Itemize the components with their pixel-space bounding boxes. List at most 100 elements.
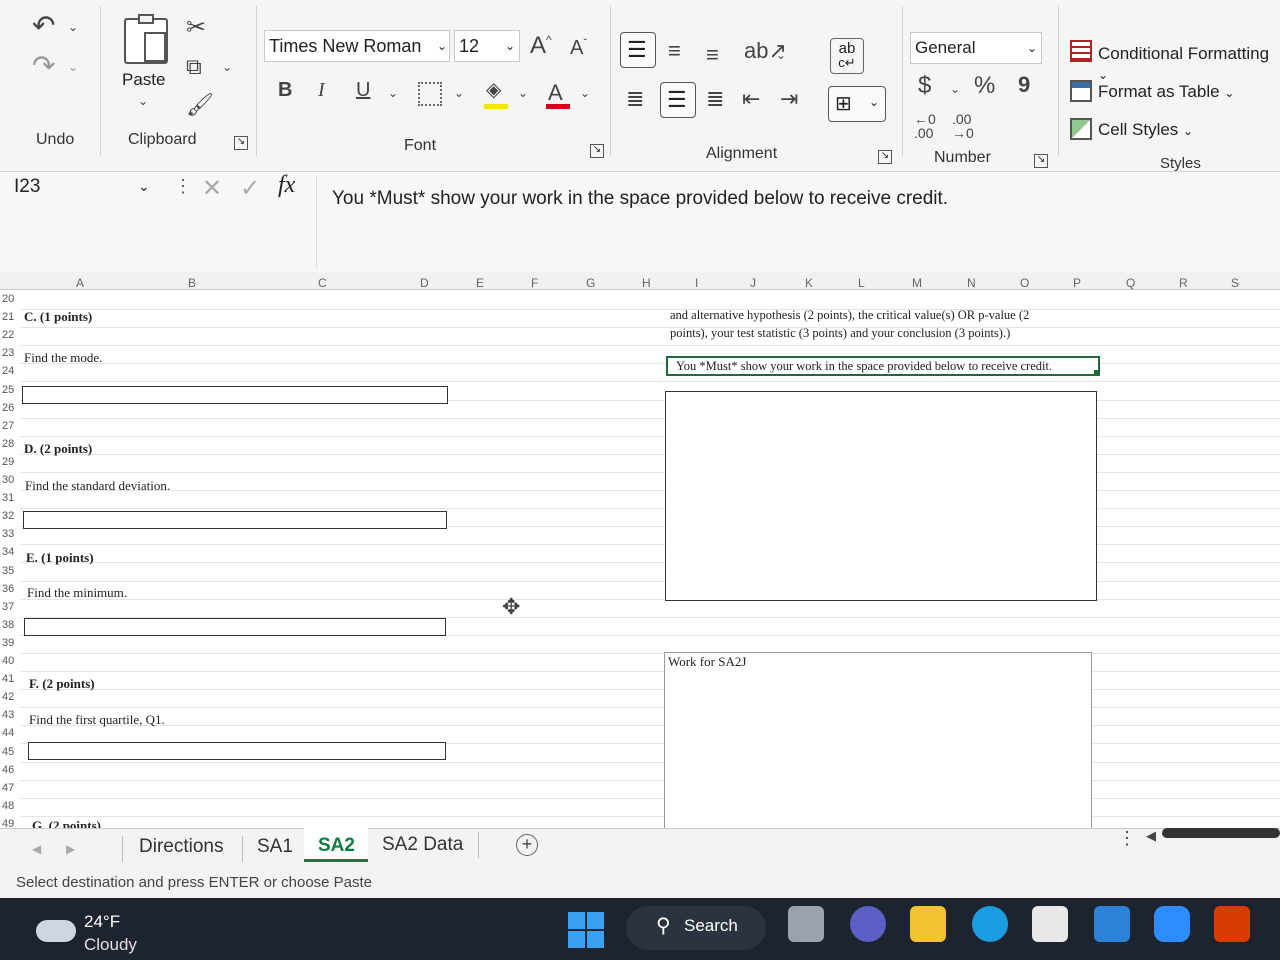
column-header[interactable]: N xyxy=(967,276,976,290)
cell-styles-button[interactable]: Cell Styles ⌄ xyxy=(1098,120,1193,140)
currency-dropdown-icon[interactable]: ⌄ xyxy=(950,82,960,96)
answer-e-cell[interactable] xyxy=(24,618,446,636)
underline-button[interactable]: U xyxy=(356,80,370,100)
column-header[interactable]: J xyxy=(750,276,756,290)
tab-sa1[interactable]: SA1 xyxy=(257,836,293,858)
row-header[interactable]: 21 xyxy=(2,311,20,323)
row-header[interactable]: 38 xyxy=(2,619,20,631)
row-header[interactable]: 43 xyxy=(2,709,20,721)
office-icon[interactable] xyxy=(1214,906,1250,942)
bold-button[interactable]: B xyxy=(278,80,292,100)
format-painter-icon[interactable]: 🖌 xyxy=(186,94,214,116)
column-header[interactable]: R xyxy=(1179,276,1188,290)
format-as-table-button[interactable]: Format as Table ⌄ xyxy=(1098,82,1234,102)
row-header[interactable]: 47 xyxy=(2,782,20,794)
clipboard-launcher-icon[interactable]: ↘ xyxy=(234,136,248,150)
weather-temperature[interactable]: 24°F xyxy=(84,912,120,932)
undo-icon[interactable]: ↶ xyxy=(32,12,55,40)
bottom-align-icon[interactable]: ≡ xyxy=(706,44,719,66)
row-header[interactable]: 20 xyxy=(2,293,20,305)
align-right-icon[interactable]: ≣ xyxy=(706,88,724,110)
paste-icon[interactable] xyxy=(124,14,168,64)
work-area-box[interactable] xyxy=(665,391,1097,601)
row-header[interactable]: 30 xyxy=(2,474,20,486)
row-header[interactable]: 46 xyxy=(2,764,20,776)
teams-chat-icon[interactable] xyxy=(850,906,886,942)
column-header[interactable]: Q xyxy=(1126,276,1135,290)
row-header[interactable]: 37 xyxy=(2,601,20,613)
increase-font-size-icon[interactable]: A^ xyxy=(530,34,552,58)
currency-button[interactable]: $ xyxy=(918,74,931,98)
microsoft-store-icon[interactable] xyxy=(1032,906,1068,942)
percent-button[interactable]: % xyxy=(974,74,995,98)
scroll-right-icon[interactable]: ▶ xyxy=(66,842,75,856)
row-header[interactable]: 25 xyxy=(2,384,20,396)
row-header[interactable]: 31 xyxy=(2,492,20,504)
cut-icon[interactable]: ✂ xyxy=(186,16,206,40)
decrease-font-size-icon[interactable]: Aˇ xyxy=(570,38,587,58)
font-color-icon[interactable]: A xyxy=(548,82,563,104)
borders-icon[interactable] xyxy=(418,82,442,106)
wrap-text-button[interactable]: ab c↵ xyxy=(830,38,864,74)
increase-decimal-icon[interactable]: ←0.00 xyxy=(914,112,936,140)
column-header[interactable]: M xyxy=(912,276,922,290)
number-launcher-icon[interactable]: ↘ xyxy=(1034,154,1048,168)
row-header[interactable]: 28 xyxy=(2,438,20,450)
taskbar-search[interactable]: ⚲ Search xyxy=(626,906,766,950)
tab-directions[interactable]: Directions xyxy=(139,836,223,858)
selected-cell-i23[interactable]: You *Must* show your work in the space p… xyxy=(666,356,1100,376)
fill-color-icon[interactable]: ◈ xyxy=(486,80,501,100)
work-for-sa2j-box[interactable]: Work for SA2J xyxy=(664,652,1092,832)
top-align-button[interactable]: ☰ xyxy=(620,32,656,68)
windows-start-icon[interactable] xyxy=(568,912,604,948)
decrease-indent-icon[interactable]: ⇤ xyxy=(742,88,760,110)
orientation-dropdown-icon[interactable]: ⌄ xyxy=(776,48,786,62)
enter-icon[interactable]: ✓ xyxy=(240,174,260,203)
paste-button[interactable]: Paste xyxy=(122,70,165,90)
column-header[interactable]: C xyxy=(318,276,327,290)
row-header[interactable]: 32 xyxy=(2,510,20,522)
middle-align-icon[interactable]: ≡ xyxy=(668,40,681,62)
font-name-select[interactable]: Times New Roman ⌄ xyxy=(264,30,450,62)
font-size-select[interactable]: 12 ⌄ xyxy=(454,30,520,62)
row-header[interactable]: 40 xyxy=(2,655,20,667)
scroll-left-icon[interactable]: ◀ xyxy=(32,842,41,856)
redo-dropdown-icon[interactable]: ⌄ xyxy=(68,60,78,74)
column-header[interactable]: L xyxy=(858,276,865,290)
row-header[interactable]: 39 xyxy=(2,637,20,649)
column-header[interactable]: A xyxy=(76,276,84,290)
name-box[interactable]: I23 ⌄ xyxy=(6,172,164,202)
alignment-launcher-icon[interactable]: ↘ xyxy=(878,150,892,164)
italic-button[interactable]: I xyxy=(318,80,325,100)
row-header[interactable]: 23 xyxy=(2,347,20,359)
row-header[interactable]: 41 xyxy=(2,673,20,685)
row-header[interactable]: 36 xyxy=(2,583,20,595)
answer-c-cell[interactable] xyxy=(22,386,448,404)
column-header[interactable]: F xyxy=(531,276,538,290)
underline-dropdown-icon[interactable]: ⌄ xyxy=(388,86,398,100)
row-header[interactable]: 22 xyxy=(2,329,20,341)
answer-d-cell[interactable] xyxy=(23,511,447,529)
column-header[interactable]: I xyxy=(695,276,698,290)
horizontal-scrollbar[interactable] xyxy=(1162,828,1280,838)
row-header[interactable]: 35 xyxy=(2,565,20,577)
file-explorer-icon[interactable] xyxy=(910,906,946,942)
mail-icon[interactable] xyxy=(1094,906,1130,942)
row-header[interactable]: 26 xyxy=(2,402,20,414)
row-header[interactable]: 27 xyxy=(2,420,20,432)
redo-icon[interactable]: ↷ xyxy=(32,52,55,80)
more-options-icon[interactable]: ⋮ xyxy=(1118,828,1136,849)
row-header[interactable]: 33 xyxy=(2,528,20,540)
edge-browser-icon[interactable] xyxy=(972,906,1008,942)
column-header[interactable]: O xyxy=(1020,276,1029,290)
row-header[interactable]: 48 xyxy=(2,800,20,812)
add-sheet-icon[interactable]: + xyxy=(516,834,538,856)
center-align-button[interactable]: ☰ xyxy=(660,82,696,118)
row-header[interactable]: 45 xyxy=(2,746,20,758)
cancel-icon[interactable]: ✕ xyxy=(202,174,222,203)
column-header[interactable]: B xyxy=(188,276,196,290)
column-header[interactable]: P xyxy=(1073,276,1081,290)
scroll-left-arrow-icon[interactable]: ◀ xyxy=(1146,828,1156,844)
zoom-icon[interactable] xyxy=(1154,906,1190,942)
comma-style-button[interactable]: 9 xyxy=(1018,74,1030,96)
